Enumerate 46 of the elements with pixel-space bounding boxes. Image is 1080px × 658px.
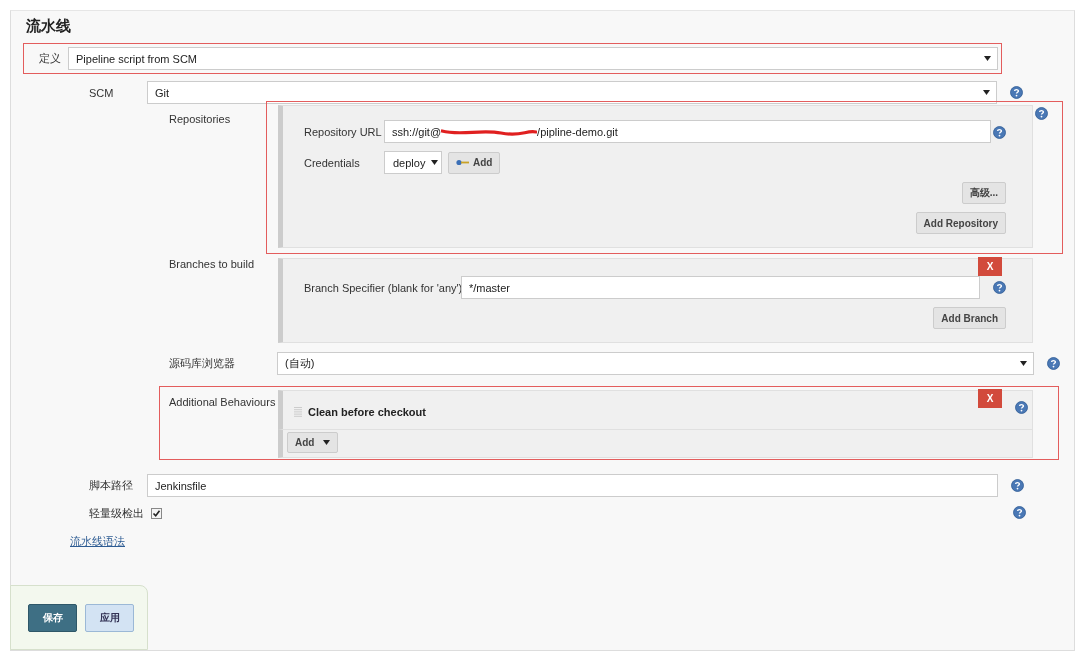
add-credentials-button[interactable]: Add [448, 151, 501, 174]
delete-button[interactable]: X [978, 257, 1002, 276]
repository-browser-select[interactable]: (自动) [277, 352, 1034, 375]
field-label: 轻量级检出 [89, 506, 145, 521]
field-label: SCM [89, 86, 115, 99]
checkbox[interactable] [151, 508, 162, 519]
help-icon[interactable] [1015, 401, 1028, 414]
caret-icon [323, 440, 331, 445]
pipeline-syntax-link[interactable]: 流水线语法 [70, 534, 125, 549]
scm-select[interactable]: Git [147, 81, 997, 104]
field-label: 定义 [39, 51, 62, 66]
save-button[interactable]: 保存 [28, 603, 77, 632]
add-branch-button[interactable]: Add Branch [933, 307, 1006, 329]
caret-icon [983, 90, 990, 95]
delete-button[interactable]: X [978, 389, 1002, 408]
help-icon[interactable] [1013, 506, 1026, 519]
help-icon[interactable] [1010, 86, 1023, 99]
field-label: Branch Specifier (blank for 'any') [304, 281, 461, 294]
add-dropdown-button[interactable]: Add [287, 432, 339, 453]
drag-handle-icon[interactable] [294, 406, 302, 418]
help-icon[interactable] [993, 126, 1006, 139]
caret-icon [1020, 361, 1027, 366]
field-label: 脚本路径 [89, 478, 134, 493]
field-label: Repositories [169, 113, 232, 125]
help-icon[interactable] [993, 281, 1006, 294]
section-title: 流水线 [26, 17, 72, 36]
credentials-select[interactable]: deploy [384, 151, 442, 174]
caret-icon [431, 160, 439, 165]
apply-button[interactable]: 应用 [85, 603, 134, 632]
help-icon[interactable] [1035, 107, 1048, 120]
help-icon[interactable] [1011, 479, 1024, 492]
add-repository-button[interactable]: Add Repository [915, 212, 1006, 234]
field-label: Additional Behaviours [169, 396, 277, 408]
field-label: Repository URL [304, 125, 383, 138]
branch-specifier-field[interactable]: */master [461, 276, 980, 299]
behaviour-title: Clean before checkout [308, 406, 426, 418]
key-icon [456, 159, 470, 166]
advanced-button[interactable]: 高级... [961, 182, 1006, 204]
field-label: Credentials [304, 156, 361, 169]
caret-icon [984, 56, 991, 61]
field-label: 源码库浏览器 [169, 356, 236, 371]
help-icon[interactable] [1047, 357, 1060, 370]
repository-url-field[interactable]: ssh://git@ /pipline-demo.git [384, 120, 991, 143]
field-label: Branches to build [169, 258, 255, 270]
script-path-field[interactable]: Jenkinsfile [147, 474, 998, 497]
definition-select[interactable]: Pipeline script from SCM [68, 47, 998, 70]
